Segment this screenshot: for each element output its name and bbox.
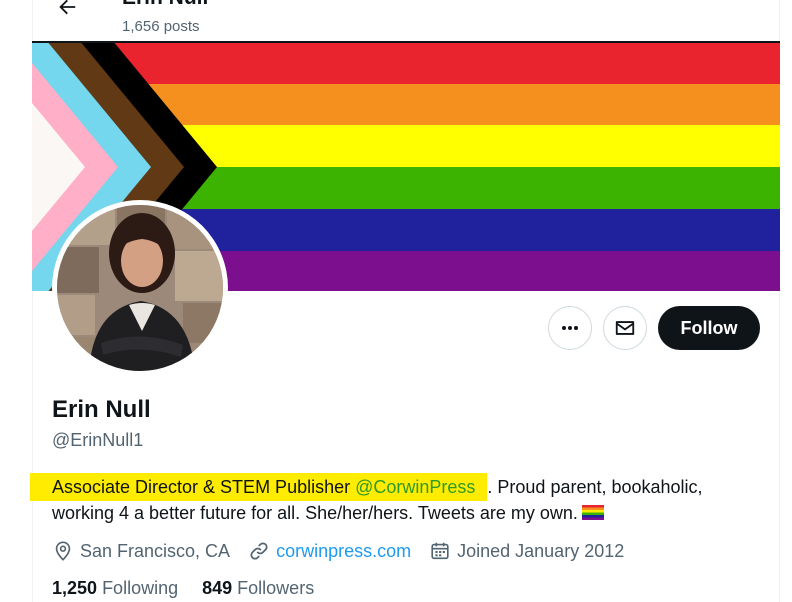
display-name: Erin Null bbox=[52, 396, 151, 423]
profile-bio: Associate Director & STEM Publisher @Cor… bbox=[30, 473, 752, 526]
back-button[interactable] bbox=[50, 0, 84, 24]
following-label: Following bbox=[102, 578, 179, 598]
mention-link[interactable]: @CorwinPress bbox=[355, 477, 475, 497]
more-dots-icon bbox=[562, 326, 578, 330]
joined-text: Joined January 2012 bbox=[457, 540, 625, 561]
profile-avatar[interactable] bbox=[52, 200, 228, 376]
follow-counts: 1,250 Following 849 Followers bbox=[52, 578, 338, 599]
joined-item: Joined January 2012 bbox=[429, 540, 624, 562]
bio-title: Associate Director & STEM Publisher bbox=[52, 477, 356, 497]
following-link[interactable]: 1,250 Following bbox=[52, 578, 178, 599]
followers-count: 849 bbox=[202, 578, 233, 598]
website-link[interactable]: corwinpress.com bbox=[276, 541, 411, 562]
rainbow-flag-icon bbox=[581, 505, 604, 520]
location-pin-icon bbox=[55, 541, 71, 561]
post-count: 1,656 posts bbox=[122, 18, 200, 35]
website-item: corwinpress.com bbox=[248, 540, 411, 562]
more-options-button[interactable] bbox=[548, 306, 592, 350]
link-icon bbox=[250, 542, 268, 560]
calendar-icon bbox=[431, 542, 449, 560]
location-text: San Francisco, CA bbox=[80, 540, 231, 561]
follow-button[interactable]: Follow bbox=[658, 306, 760, 350]
message-button[interactable] bbox=[603, 306, 647, 350]
following-count: 1,250 bbox=[52, 578, 98, 598]
top-bar: Erin Null 1,656 posts bbox=[32, 0, 780, 42]
bio-highlight: Associate Director & STEM Publisher @Cor… bbox=[30, 473, 488, 501]
location-item: San Francisco, CA bbox=[52, 540, 230, 562]
arrow-left-icon bbox=[59, 0, 76, 15]
header-name: Erin Null bbox=[122, 0, 208, 10]
profile-meta: San Francisco, CA corwinpress.com Joined… bbox=[52, 538, 642, 564]
user-handle: @ErinNull1 bbox=[52, 430, 144, 450]
followers-link[interactable]: 849 Followers bbox=[202, 578, 314, 599]
envelope-icon bbox=[615, 321, 635, 335]
followers-label: Followers bbox=[237, 578, 315, 598]
avatar-photo bbox=[57, 205, 223, 371]
